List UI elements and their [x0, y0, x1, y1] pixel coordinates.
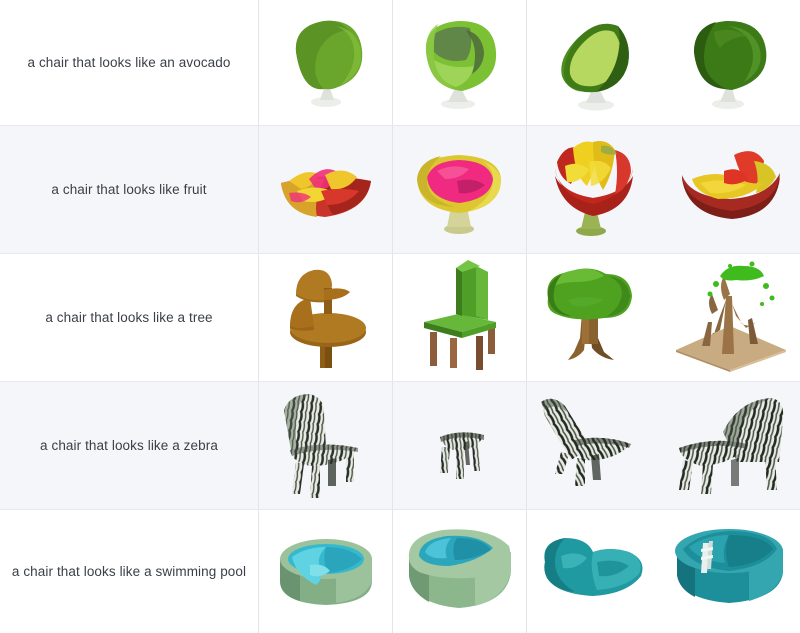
render-cell-row-2-col-3[interactable] [526, 126, 660, 254]
avocado-chair-render-4 [660, 0, 800, 125]
tree-chair-render-4 [660, 254, 800, 381]
prompt-cell-row-5: a chair that looks like a swimming pool [0, 510, 258, 633]
render-cell-row-5-col-1[interactable] [258, 510, 392, 633]
prompt-cell-row-3: a chair that looks like a tree [0, 254, 258, 382]
render-cell-row-4-col-3[interactable] [526, 382, 660, 510]
prompt-text: a chair that looks like an avocado [27, 54, 231, 70]
render-cell-row-1-col-4[interactable] [660, 0, 800, 126]
pool-chair-render-3 [527, 510, 660, 633]
render-cell-row-4-col-1[interactable] [258, 382, 392, 510]
prompt-cell-row-1: a chair that looks like an avocado [0, 0, 258, 126]
render-cell-row-1-col-2[interactable] [392, 0, 526, 126]
render-cell-row-5-col-4[interactable] [660, 510, 800, 633]
zebra-chair-render-2 [393, 382, 526, 509]
tree-chair-render-2 [393, 254, 526, 381]
render-cell-row-3-col-3[interactable] [526, 254, 660, 382]
render-cell-row-2-col-1[interactable] [258, 126, 392, 254]
fruit-chair-render-2 [393, 126, 526, 253]
fruit-chair-render-1 [259, 126, 392, 253]
avocado-chair-render-3 [527, 0, 660, 125]
render-cell-row-3-col-2[interactable] [392, 254, 526, 382]
prompt-text: a chair that looks like a tree [45, 309, 213, 325]
prompt-render-grid: a chair that looks like an avocado a cha… [0, 0, 800, 633]
zebra-chair-render-1 [259, 382, 392, 509]
avocado-chair-render-2 [393, 0, 526, 125]
fruit-chair-render-3 [527, 126, 660, 253]
tree-chair-render-3 [527, 254, 660, 381]
render-cell-row-3-col-4[interactable] [660, 254, 800, 382]
render-cell-row-5-col-2[interactable] [392, 510, 526, 633]
avocado-chair-render-1 [259, 0, 392, 125]
fruit-chair-render-4 [660, 126, 800, 253]
tree-chair-render-1 [259, 254, 392, 381]
prompt-cell-row-4: a chair that looks like a zebra [0, 382, 258, 510]
render-cell-row-1-col-1[interactable] [258, 0, 392, 126]
render-cell-row-4-col-2[interactable] [392, 382, 526, 510]
prompt-text: a chair that looks like a swimming pool [11, 563, 247, 579]
render-cell-row-2-col-4[interactable] [660, 126, 800, 254]
prompt-cell-row-2: a chair that looks like fruit [0, 126, 258, 254]
render-cell-row-5-col-3[interactable] [526, 510, 660, 633]
zebra-chair-render-4 [660, 382, 800, 509]
prompt-text: a chair that looks like a zebra [40, 437, 218, 453]
render-cell-row-1-col-3[interactable] [526, 0, 660, 126]
render-cell-row-4-col-4[interactable] [660, 382, 800, 510]
pool-chair-render-2 [393, 510, 526, 633]
pool-chair-render-4 [660, 510, 800, 633]
prompt-text: a chair that looks like fruit [51, 181, 207, 197]
render-cell-row-2-col-2[interactable] [392, 126, 526, 254]
zebra-chair-render-3 [527, 382, 660, 509]
pool-chair-render-1 [259, 510, 392, 633]
render-cell-row-3-col-1[interactable] [258, 254, 392, 382]
